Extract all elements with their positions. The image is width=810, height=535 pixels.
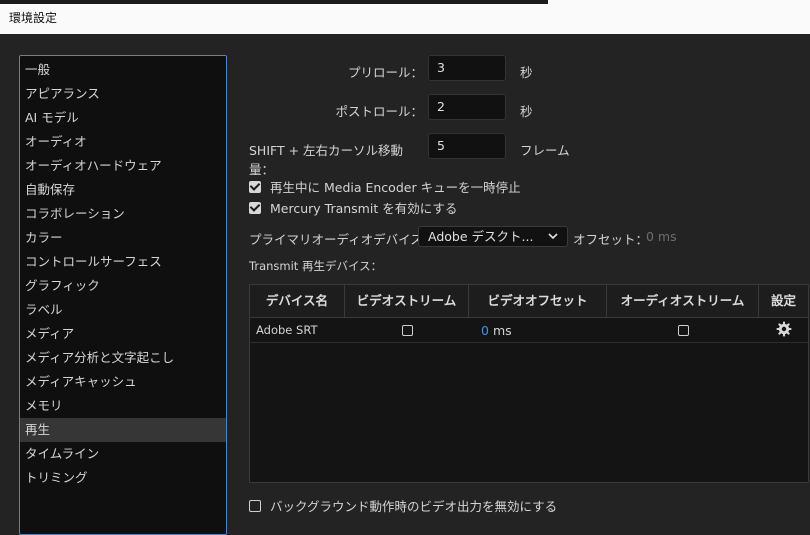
postroll-label: ポストロール： <box>335 104 423 119</box>
audio-stream-checkbox[interactable] <box>677 324 689 336</box>
column-header-video-offset[interactable]: ビデオオフセット <box>469 285 607 317</box>
sidebar-item-memory[interactable]: メモリ <box>20 394 226 418</box>
chevron-down-icon <box>547 229 559 248</box>
title-strip <box>0 0 548 4</box>
sidebar-item-appearance[interactable]: アピアランス <box>20 82 226 106</box>
title-bar: 環境設定 <box>0 0 810 34</box>
video-offset-unit: ms <box>492 322 512 338</box>
video-stream-checkbox[interactable] <box>401 324 413 336</box>
sidebar-item-control-surface[interactable]: コントロールサーフェス <box>20 250 226 274</box>
sidebar-item-graphics[interactable]: グラフィック <box>20 274 226 298</box>
column-header-video-stream[interactable]: ビデオストリーム <box>345 285 469 317</box>
pause-media-encoder-option[interactable]: 再生中に Media Encoder キューを一時停止 <box>249 177 521 196</box>
pause-media-encoder-label: 再生中に Media Encoder キューを一時停止 <box>270 180 521 195</box>
disable-background-checkbox[interactable] <box>249 499 261 512</box>
disable-background-label: バックグラウンド動作時のビデオ出力を無効にする <box>270 499 558 514</box>
preroll-input[interactable]: 3 <box>428 55 506 81</box>
transmit-devices-table: デバイス名 ビデオストリーム ビデオオフセット オーディオストリーム 設定 Ad… <box>249 284 809 483</box>
shift-move-input[interactable]: 5 <box>428 133 506 159</box>
video-offset-cell: 0 ms <box>469 318 607 342</box>
sidebar-item-audio[interactable]: オーディオ <box>20 130 226 154</box>
sidebar-item-media[interactable]: メディア <box>20 322 226 346</box>
audio-device-dropdown[interactable]: Adobe デスクト... <box>418 226 568 247</box>
sidebar-item-media-cache[interactable]: メディアキャッシュ <box>20 370 226 394</box>
shift-move-label: SHIFT + 左右カーソル移動量： <box>249 143 404 177</box>
transmit-devices-label: Transmit 再生デバイス： <box>249 259 383 273</box>
mercury-transmit-label: Mercury Transmit を有効にする <box>270 201 458 216</box>
sidebar-item-labels[interactable]: ラベル <box>20 298 226 322</box>
sidebar-item-color[interactable]: カラー <box>20 226 226 250</box>
offset-label: オフセット： <box>573 232 649 247</box>
preroll-label: プリロール： <box>347 65 423 80</box>
column-header-audio-stream[interactable]: オーディオストリーム <box>607 285 759 317</box>
preferences-category-list[interactable]: 一般 アピアランス AI モデル オーディオ オーディオハードウェア 自動保存 … <box>19 55 227 535</box>
postroll-input[interactable]: 2 <box>428 94 506 120</box>
postroll-unit: 秒 <box>520 104 533 119</box>
sidebar-item-trimming[interactable]: トリミング <box>20 466 226 490</box>
window-title: 環境設定 <box>9 11 58 25</box>
table-row[interactable]: Adobe SRT 0 ms <box>250 318 808 343</box>
settings-cell <box>759 318 808 342</box>
pause-media-encoder-checkbox[interactable] <box>249 180 261 193</box>
shift-move-unit: フレーム <box>520 143 570 158</box>
device-name-cell: Adobe SRT <box>256 323 318 337</box>
mercury-transmit-checkbox[interactable] <box>249 201 261 214</box>
disable-background-option[interactable]: バックグラウンド動作時のビデオ出力を無効にする <box>249 496 557 515</box>
sidebar-item-audio-hardware[interactable]: オーディオハードウェア <box>20 154 226 178</box>
offset-value: 0 ms <box>646 229 677 244</box>
audio-stream-cell <box>607 318 759 342</box>
sidebar-item-timeline[interactable]: タイムライン <box>20 442 226 466</box>
sidebar-item-general[interactable]: 一般 <box>20 58 226 82</box>
column-header-settings[interactable]: 設定 <box>759 285 808 317</box>
sidebar-item-auto-save[interactable]: 自動保存 <box>20 178 226 202</box>
audio-device-label: プライマリオーディオデバイス： <box>249 232 436 247</box>
audio-device-value: Adobe デスクト... <box>428 229 534 244</box>
video-offset-value[interactable]: 0 <box>481 323 489 338</box>
sidebar-item-playback[interactable]: 再生 <box>20 418 226 442</box>
video-stream-cell <box>345 318 469 342</box>
sidebar-item-collaboration[interactable]: コラボレーション <box>20 202 226 226</box>
gear-icon[interactable] <box>776 321 792 340</box>
mercury-transmit-option[interactable]: Mercury Transmit を有効にする <box>249 198 457 217</box>
preroll-unit: 秒 <box>520 65 533 80</box>
sidebar-item-ai-models[interactable]: AI モデル <box>20 106 226 130</box>
column-header-device-name[interactable]: デバイス名 <box>250 285 345 317</box>
sidebar-item-media-analysis[interactable]: メディア分析と文字起こし <box>20 346 226 370</box>
table-header: デバイス名 ビデオストリーム ビデオオフセット オーディオストリーム 設定 <box>250 285 808 318</box>
